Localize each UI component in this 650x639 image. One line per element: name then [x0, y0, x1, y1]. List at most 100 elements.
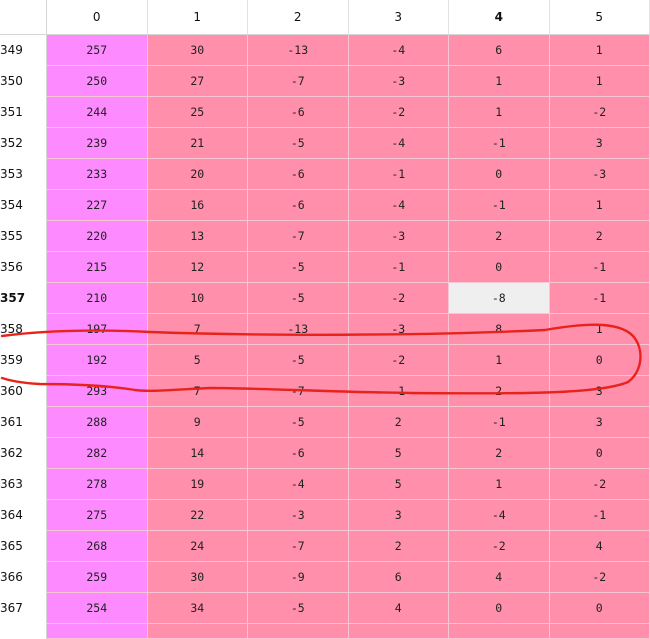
grid-cell[interactable]: 0 [549, 592, 650, 624]
grid-cell[interactable]: 1 [549, 189, 650, 221]
grid-cell[interactable]: 9 [147, 406, 248, 438]
grid-cell[interactable]: -1 [448, 406, 550, 438]
grid-cell[interactable]: -4 [348, 189, 449, 221]
grid-cell[interactable]: 5 [348, 468, 449, 500]
grid-cell[interactable]: 8 [448, 313, 550, 345]
row-header[interactable]: 366 [0, 561, 47, 593]
grid-cell[interactable]: -7 [247, 375, 349, 407]
grid-cell[interactable]: -5 [247, 592, 349, 624]
grid-cell[interactable]: -2 [348, 282, 449, 314]
grid-cell[interactable]: -3 [348, 313, 449, 345]
grid-cell[interactable]: -5 [247, 127, 349, 159]
row-header[interactable]: 351 [0, 96, 47, 128]
row-header[interactable]: 349 [0, 34, 47, 66]
row-header[interactable]: 365 [0, 530, 47, 562]
grid-cell[interactable]: -4 [448, 499, 550, 531]
grid-cell[interactable]: 12 [147, 251, 248, 283]
grid-cell[interactable]: -4 [348, 34, 449, 66]
grid-cell[interactable]: 25 [147, 96, 248, 128]
row-header[interactable]: 360 [0, 375, 47, 407]
grid-cell-partial[interactable] [348, 623, 449, 639]
grid-cell-partial[interactable] [247, 623, 349, 639]
grid-cell[interactable]: -13 [247, 34, 349, 66]
grid-cell[interactable]: -9 [247, 561, 349, 593]
grid-cell[interactable]: 3 [348, 499, 449, 531]
grid-cell[interactable]: -6 [247, 437, 349, 469]
grid-cell[interactable]: -6 [247, 189, 349, 221]
grid-cell[interactable]: 268 [46, 530, 148, 562]
grid-cell[interactable]: 220 [46, 220, 148, 252]
column-header-3[interactable]: 3 [348, 0, 449, 35]
grid-cell[interactable]: 275 [46, 499, 148, 531]
grid-cell[interactable]: 5 [147, 344, 248, 376]
grid-cell[interactable]: -6 [247, 96, 349, 128]
corner-cell[interactable] [0, 0, 47, 35]
selected-cell[interactable]: -8 [448, 282, 550, 314]
grid-cell[interactable]: 22 [147, 499, 248, 531]
grid-cell[interactable]: -2 [348, 96, 449, 128]
grid-cell[interactable]: 250 [46, 65, 148, 97]
row-header[interactable]: 364 [0, 499, 47, 531]
grid-cell[interactable]: 21 [147, 127, 248, 159]
row-header-current[interactable]: 357 [0, 282, 47, 314]
grid-cell[interactable]: 30 [147, 34, 248, 66]
grid-cell[interactable]: 0 [549, 437, 650, 469]
grid-cell[interactable]: 244 [46, 96, 148, 128]
grid-cell[interactable]: 293 [46, 375, 148, 407]
grid-cell[interactable]: 19 [147, 468, 248, 500]
row-header[interactable]: 363 [0, 468, 47, 500]
row-header[interactable]: 356 [0, 251, 47, 283]
grid-cell[interactable]: -3 [549, 158, 650, 190]
grid-cell[interactable]: -6 [247, 158, 349, 190]
grid-cell[interactable]: -13 [247, 313, 349, 345]
grid-cell[interactable]: 3 [549, 406, 650, 438]
grid-cell[interactable]: 30 [147, 561, 248, 593]
grid-cell[interactable]: 192 [46, 344, 148, 376]
grid-cell-partial[interactable] [147, 623, 248, 639]
grid-cell[interactable]: 2 [448, 437, 550, 469]
grid-cell[interactable]: -3 [348, 65, 449, 97]
grid-cell[interactable]: 257 [46, 34, 148, 66]
column-header-2[interactable]: 2 [247, 0, 349, 35]
grid-cell[interactable]: 6 [348, 561, 449, 593]
grid-cell[interactable]: 4 [448, 561, 550, 593]
grid-cell[interactable]: 1 [549, 34, 650, 66]
grid-cell[interactable]: 7 [147, 313, 248, 345]
grid-cell[interactable]: -2 [348, 344, 449, 376]
grid-cell[interactable]: -5 [247, 406, 349, 438]
grid-cell[interactable]: 1 [448, 468, 550, 500]
row-header[interactable]: 355 [0, 220, 47, 252]
grid-cell[interactable]: 0 [549, 344, 650, 376]
data-grid[interactable]: 0 1 2 3 4 5 349 257 30 -13 -4 6 1 350 25… [0, 0, 650, 639]
grid-cell[interactable]: 4 [549, 530, 650, 562]
grid-cell[interactable]: -1 [348, 158, 449, 190]
grid-cell[interactable]: -2 [549, 96, 650, 128]
grid-cell[interactable]: 16 [147, 189, 248, 221]
grid-cell[interactable]: 14 [147, 437, 248, 469]
row-header[interactable]: 359 [0, 344, 47, 376]
grid-cell[interactable]: 254 [46, 592, 148, 624]
grid-cell[interactable]: 5 [348, 437, 449, 469]
grid-cell[interactable]: 1 [549, 313, 650, 345]
grid-cell[interactable]: 10 [147, 282, 248, 314]
row-header[interactable]: 350 [0, 65, 47, 97]
grid-cell[interactable]: 239 [46, 127, 148, 159]
row-header[interactable]: 361 [0, 406, 47, 438]
grid-cell[interactable]: 3 [549, 127, 650, 159]
grid-cell[interactable]: -2 [448, 530, 550, 562]
grid-cell[interactable]: -4 [348, 127, 449, 159]
grid-cell[interactable]: 2 [348, 406, 449, 438]
grid-cell[interactable]: 259 [46, 561, 148, 593]
grid-cell[interactable]: -1 [448, 189, 550, 221]
row-header[interactable]: 358 [0, 313, 47, 345]
grid-cell[interactable]: 282 [46, 437, 148, 469]
grid-cell-partial[interactable] [448, 623, 550, 639]
grid-cell-partial[interactable] [549, 623, 650, 639]
grid-cell[interactable]: -1 [549, 282, 650, 314]
grid-cell[interactable]: 0 [448, 251, 550, 283]
grid-cell[interactable]: -3 [348, 220, 449, 252]
grid-cell[interactable]: 197 [46, 313, 148, 345]
grid-cell[interactable]: -1 [549, 251, 650, 283]
grid-cell[interactable]: 0 [448, 158, 550, 190]
grid-cell[interactable]: 1 [549, 65, 650, 97]
